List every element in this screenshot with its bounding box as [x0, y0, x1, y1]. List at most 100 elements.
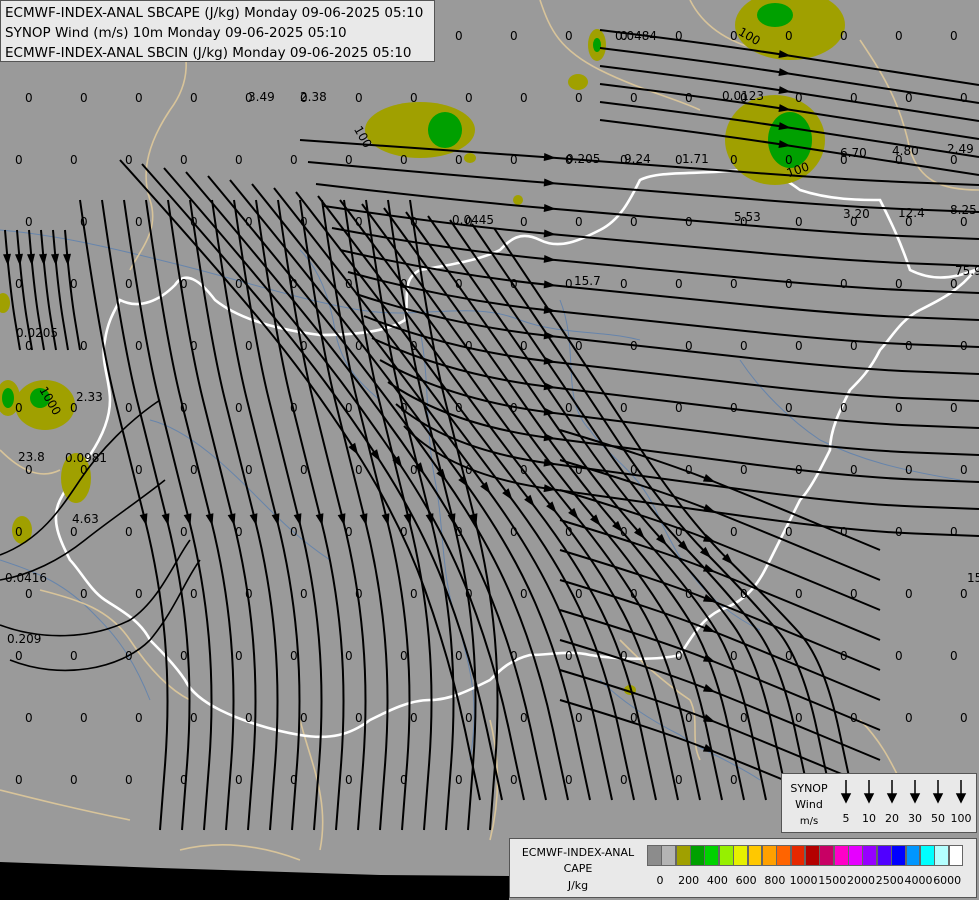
zero-value-label: 0 [355, 339, 363, 353]
zero-value-label: 0 [300, 711, 308, 725]
zero-value-label: 0 [15, 525, 23, 539]
zero-value-label: 0 [520, 91, 528, 105]
zero-value-label: 0 [245, 339, 253, 353]
zero-value-label: 0 [950, 153, 958, 167]
zero-value-label: 0 [905, 215, 913, 229]
zero-value-label: 0 [245, 91, 253, 105]
zero-value-label: 0 [80, 215, 88, 229]
zero-value-label: 0 [80, 91, 88, 105]
zero-value-label: 0 [70, 649, 78, 663]
synop-legend-subtitle: Wind [795, 798, 823, 811]
zero-value-label: 0 [235, 153, 243, 167]
zero-value-label: 0 [575, 463, 583, 477]
zero-value-label: 0 [565, 525, 573, 539]
zero-value-label: 0 [785, 525, 793, 539]
zero-value-label: 0 [345, 525, 353, 539]
zero-value-label: 0 [895, 649, 903, 663]
zero-value-label: 0 [520, 711, 528, 725]
zero-value-label: 0 [80, 339, 88, 353]
zero-value-label: 0 [15, 401, 23, 415]
zero-value-label: 0 [960, 91, 968, 105]
zero-value-label: 0 [630, 711, 638, 725]
zero-value-label: 0 [520, 587, 528, 601]
wind-arrowhead-icon [955, 793, 967, 804]
zero-value-label: 0 [850, 339, 858, 353]
cape-legend-units: J/kg [567, 879, 589, 892]
zero-value-label: 0 [895, 153, 903, 167]
value-label: 1.71 [682, 152, 709, 166]
zero-value-label: 0 [675, 29, 683, 43]
zero-value-label: 0 [345, 277, 353, 291]
zero-value-label: 0 [565, 277, 573, 291]
cape-color-swatch [776, 845, 792, 866]
zero-value-label: 0 [455, 153, 463, 167]
cape-color-swatch [704, 845, 720, 866]
zero-value-label: 0 [620, 525, 628, 539]
zero-value-label: 0 [235, 277, 243, 291]
cape-color-swatch [891, 845, 907, 866]
value-label: 9.24 [624, 152, 651, 166]
zero-value-label: 0 [620, 649, 628, 663]
zero-value-label: 0 [520, 339, 528, 353]
zero-value-label: 0 [510, 277, 518, 291]
zero-value-label: 0 [520, 215, 528, 229]
zero-value-label: 0 [620, 153, 628, 167]
zero-value-label: 0 [840, 525, 848, 539]
zero-value-label: 0 [410, 91, 418, 105]
zero-value-label: 0 [300, 463, 308, 477]
zero-value-label: 0 [565, 649, 573, 663]
cape-color-swatch [862, 845, 878, 866]
zero-value-label: 0 [135, 463, 143, 477]
zero-value-label: 0 [135, 215, 143, 229]
cape-color-swatch [718, 845, 734, 866]
zero-value-label: 0 [740, 215, 748, 229]
zero-value-label: 0 [190, 91, 198, 105]
zero-value-label: 0 [630, 339, 638, 353]
zero-value-label: 0 [950, 401, 958, 415]
zero-value-label: 0 [740, 91, 748, 105]
zero-value-label: 0 [290, 401, 298, 415]
zero-value-label: 0 [25, 339, 33, 353]
zero-value-label: 0 [190, 215, 198, 229]
zero-value-label: 0 [895, 525, 903, 539]
zero-value-label: 0 [850, 215, 858, 229]
zero-value-label: 0 [300, 215, 308, 229]
zero-value-label: 0 [410, 463, 418, 477]
zero-value-label: 0 [180, 773, 188, 787]
zero-value-label: 0 [345, 401, 353, 415]
zero-value-label: 0 [135, 711, 143, 725]
zero-value-label: 0 [730, 29, 738, 43]
zero-value-label: 0 [795, 91, 803, 105]
zero-value-label: 0 [785, 401, 793, 415]
zero-value-label: 0 [125, 773, 133, 787]
zero-value-label: 0 [410, 215, 418, 229]
value-label: 23.8 [18, 450, 45, 464]
zero-value-label: 0 [400, 773, 408, 787]
synop-speed-label: 5 [842, 812, 850, 825]
zero-value-label: 0 [125, 401, 133, 415]
cape-color-swatch [747, 845, 763, 866]
cape-color-swatch [905, 845, 921, 866]
zero-value-label: 0 [730, 153, 738, 167]
zero-value-label: 0 [730, 277, 738, 291]
zero-value-label: 0 [740, 463, 748, 477]
zero-value-label: 0 [135, 587, 143, 601]
synop-speed-label: 10 [862, 812, 876, 825]
synop-legend-units: m/s [799, 816, 819, 827]
zero-value-label: 0 [125, 153, 133, 167]
zero-value-label: 0 [180, 153, 188, 167]
zero-value-label: 0 [675, 153, 683, 167]
zero-value-label: 0 [620, 773, 628, 787]
zero-value-label: 0 [795, 463, 803, 477]
synop-legend-title: SYNOP [790, 782, 828, 795]
zero-value-label: 0 [410, 339, 418, 353]
zero-value-label: 0 [290, 525, 298, 539]
zero-value-label: 0 [400, 401, 408, 415]
zero-value-label: 0 [25, 711, 33, 725]
zero-value-label: 0 [400, 153, 408, 167]
cape-color-swatch [675, 845, 691, 866]
zero-value-label: 0 [620, 277, 628, 291]
cape-color-swatch [919, 845, 935, 866]
cape-color-swatch [833, 845, 849, 866]
zero-value-label: 0 [895, 29, 903, 43]
